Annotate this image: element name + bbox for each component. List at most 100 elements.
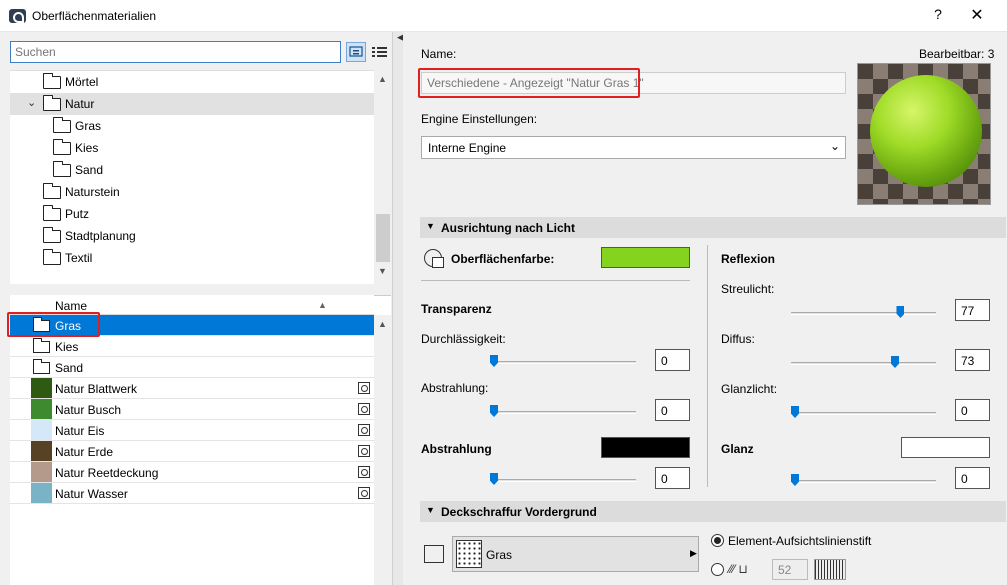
abstrahlung-heading: Abstrahlung: [421, 442, 492, 456]
material-edit-icon[interactable]: [358, 403, 370, 415]
pen-pattern-swatch[interactable]: [814, 559, 846, 580]
abstrahlung-transparenz-slider[interactable]: [490, 405, 636, 417]
search-input[interactable]: [10, 41, 341, 63]
tree-item-naturstein[interactable]: Naturstein: [10, 181, 374, 203]
pen-element-label: Element-Aufsichtslinienstift: [728, 534, 872, 548]
slider-thumb[interactable]: [791, 474, 799, 486]
material-swatch: [31, 420, 52, 440]
sort-ascending-icon: ▲: [318, 300, 327, 310]
material-swatch: [31, 483, 52, 503]
list-item-label: Sand: [55, 361, 84, 375]
scroll-up-icon[interactable]: ▲: [374, 74, 391, 88]
list-item-kies[interactable]: Kies: [10, 336, 374, 357]
tree-item-sand[interactable]: Sand: [10, 159, 374, 181]
folder-tree-icon: [349, 46, 363, 57]
abstrahlung-slider[interactable]: [490, 473, 636, 485]
list-item-natur-eis[interactable]: Natur Eis: [10, 420, 374, 441]
pen-hatch-icon: ⁄⁄⁄ ⊔: [729, 562, 748, 576]
tree-item-natur[interactable]: ⌄ Natur: [10, 93, 374, 115]
folder-view-button[interactable]: [346, 42, 366, 62]
glanz-input[interactable]: 0: [955, 467, 990, 489]
list-item-natur-blattwerk[interactable]: Natur Blattwerk: [10, 378, 374, 399]
streulicht-input[interactable]: 77: [955, 299, 990, 321]
surface-color-swatch[interactable]: [601, 247, 690, 268]
diffus-slider[interactable]: [791, 356, 936, 368]
glanz-color-swatch[interactable]: [901, 437, 990, 458]
material-swatch: [31, 441, 52, 461]
tree-item-label: Naturstein: [65, 185, 120, 199]
glanzlicht-slider[interactable]: [791, 406, 936, 418]
section-hatch-header[interactable]: ▼ Deckschraffur Vordergrund: [420, 501, 1006, 522]
durchlaessigkeit-input[interactable]: 0: [655, 349, 690, 371]
tree-item-kies[interactable]: Kies: [10, 137, 374, 159]
pen-custom-radio[interactable]: [711, 563, 724, 576]
streulicht-slider[interactable]: [791, 306, 936, 318]
material-edit-icon[interactable]: [358, 382, 370, 394]
pen-element-radio[interactable]: [711, 534, 724, 547]
folder-icon: [53, 161, 71, 177]
folder-icon: [33, 359, 50, 374]
reflexion-heading: Reflexion: [721, 252, 776, 266]
tree-item-gras[interactable]: Gras: [10, 115, 374, 137]
tree-item-putz[interactable]: Putz: [10, 203, 374, 225]
material-swatch: [31, 462, 52, 482]
tree-scroll-thumb[interactable]: [376, 214, 390, 262]
tree-item-label: Natur: [65, 97, 95, 111]
glanzlicht-label: Glanzlicht:: [721, 382, 778, 396]
list-icon: [372, 47, 387, 57]
chevron-down-icon: ⌄: [830, 139, 841, 153]
tree-item-textil[interactable]: Textil: [10, 247, 374, 269]
tree-item-label: Stadtplanung: [65, 229, 136, 243]
material-edit-icon[interactable]: [358, 466, 370, 478]
surface-color-icon: [424, 249, 444, 268]
slider-thumb[interactable]: [891, 356, 899, 368]
slider-thumb[interactable]: [490, 355, 498, 367]
slider-thumb[interactable]: [791, 406, 799, 418]
tree-item-moertel[interactable]: Mörtel: [10, 71, 374, 93]
pen-number-field[interactable]: 52: [772, 559, 808, 580]
slider-thumb[interactable]: [490, 405, 498, 417]
list-item-natur-busch[interactable]: Natur Busch: [10, 399, 374, 420]
tree-item-label: Mörtel: [65, 75, 99, 89]
column-header-name[interactable]: Name: [55, 299, 87, 313]
tree-item-label: Textil: [65, 251, 93, 265]
collapse-triangle-icon: ▼: [426, 221, 435, 231]
folder-icon: [43, 227, 61, 243]
abstrahlung-color-swatch[interactable]: [601, 437, 690, 458]
section-light-header[interactable]: ▼ Ausrichtung nach Licht: [420, 217, 1006, 238]
list-item-natur-reetdeckung[interactable]: Natur Reetdeckung: [10, 462, 374, 483]
streulicht-label: Streulicht:: [721, 282, 775, 296]
list-item-sand[interactable]: Sand: [10, 357, 374, 378]
engine-label: Engine Einstellungen:: [421, 112, 538, 126]
divider: [707, 245, 708, 487]
expand-chevron-icon[interactable]: ⌄: [27, 96, 36, 109]
abstrahlung-input[interactable]: 0: [655, 467, 690, 489]
material-edit-icon[interactable]: [358, 424, 370, 436]
app-icon: [9, 9, 26, 23]
list-item-natur-erde[interactable]: Natur Erde: [10, 441, 374, 462]
panel-splitter[interactable]: [392, 32, 403, 585]
list-item-natur-wasser[interactable]: Natur Wasser: [10, 483, 374, 504]
hatch-icon: [424, 545, 444, 563]
tree-item-stadtplanung[interactable]: Stadtplanung: [10, 225, 374, 247]
folder-icon: [53, 139, 71, 155]
close-button[interactable]: ✕: [966, 5, 988, 27]
list-item-label: Natur Busch: [55, 403, 122, 417]
window-title: Oberflächenmaterialien: [32, 9, 157, 23]
list-view-button[interactable]: [370, 42, 390, 62]
help-button[interactable]: ?: [929, 6, 947, 26]
glanzlicht-input[interactable]: 0: [955, 399, 990, 421]
engine-select[interactable]: Interne Engine: [421, 136, 846, 159]
slider-thumb[interactable]: [896, 306, 905, 318]
material-edit-icon[interactable]: [358, 445, 370, 457]
slider-thumb[interactable]: [490, 473, 498, 485]
abstrahlung-transparenz-input[interactable]: 0: [655, 399, 690, 421]
diffus-input[interactable]: 73: [955, 349, 990, 371]
scroll-up-icon[interactable]: ▲: [374, 319, 391, 333]
tree-item-label: Kies: [75, 141, 99, 155]
list-scrollbar[interactable]: ▲: [374, 315, 391, 585]
glanz-slider[interactable]: [791, 474, 936, 486]
material-edit-icon[interactable]: [358, 487, 370, 499]
scroll-down-icon[interactable]: ▼: [374, 266, 391, 280]
durchlaessigkeit-slider[interactable]: [490, 355, 636, 367]
